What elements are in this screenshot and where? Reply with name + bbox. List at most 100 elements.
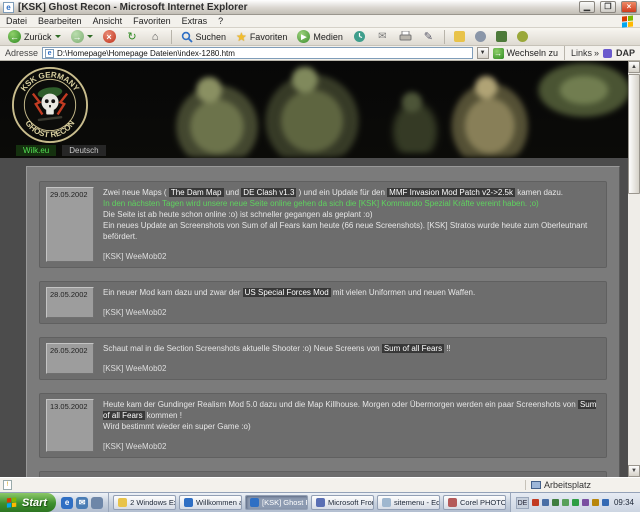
news-segment: kamen dazu. [515,188,563,197]
icq-tray-icon[interactable] [572,499,579,506]
zone-label: Arbeitsplatz [544,480,591,490]
history-button[interactable] [350,29,369,44]
links-chevron-icon[interactable]: » [594,48,599,58]
news-date: 29.05.2002 [46,187,94,262]
dap-label[interactable]: DAP [616,48,635,58]
close-button[interactable]: × [621,1,637,13]
minimize-button[interactable]: ▁ [579,1,595,13]
address-input[interactable]: e D:\Homepage\Homepage Dateien\index-128… [42,47,473,59]
stop-button[interactable]: × [100,29,119,44]
menu-item-datei[interactable]: Datei [6,16,27,26]
mail-button[interactable]: ✉ [373,29,392,44]
back-button[interactable]: ← Zurück [5,29,64,44]
scrollbar-thumb[interactable] [628,74,640,194]
news-link[interactable]: The Dam Map [169,188,224,197]
news-entry: 13.05.2002Heute kam der Gundinger Realis… [39,393,607,458]
favorites-label: Favoriten [250,32,288,42]
soldier-image-4 [444,75,532,157]
taskbar-button-label: 2 Windows Expl... [130,498,176,507]
news-segment: ) und ein Update für den [296,188,387,197]
menu-item-ansicht[interactable]: Ansicht [93,16,123,26]
taskbar-button-willkommen-auf-[interactable]: Willkommen auf ... [179,495,242,510]
back-label: Zurück [24,32,52,42]
search-button[interactable]: Suchen [178,30,230,44]
maximize-button[interactable]: ❐ [600,1,616,13]
volume-tray-icon[interactable] [542,499,549,506]
address-value: D:\Homepage\Homepage Dateien\index-1280.… [57,49,235,58]
frontpage-icon [316,498,325,507]
vertical-scrollbar[interactable]: ▲ ▼ [628,61,640,477]
taskbar-button-label: Willkommen auf ... [196,498,242,507]
language-indicator[interactable]: DE [516,497,529,509]
print-button[interactable] [396,30,415,43]
browser-viewport: KSK GERMANY GHOST RECON Wilk.euDeu [0,61,640,477]
news-link[interactable]: MMF Invasion Mod Patch v2->2.5k [387,188,515,197]
toolbar-separator [171,30,172,44]
start-flag-icon [7,497,17,507]
ie-throbber-flag-icon [622,15,634,27]
news-link[interactable]: DE Clash v1.3 [241,188,296,197]
news-entry: 29.05.2002Zwei neue Maps ( The Dam Map u… [39,181,607,268]
status-document-icon: ! [3,480,12,490]
graphics-tray-icon[interactable] [582,499,589,506]
forward-button[interactable]: → [68,29,96,44]
scroll-up-arrow[interactable]: ▲ [628,61,640,73]
soldier-image-2 [258,67,362,157]
media-button[interactable]: ▶ Medien [294,29,346,44]
media-icon: ▶ [297,30,310,43]
title-bar: e [KSK] Ghost Recon - Microsoft Internet… [0,0,640,15]
edit-button[interactable]: ✎ [419,29,438,44]
taskbar-button-sitemenu-editor[interactable]: sitemenu - Editor [377,495,440,510]
news-link[interactable]: US Special Forces Mod [243,288,331,297]
back-icon: ← [8,30,21,43]
scroll-down-arrow[interactable]: ▼ [628,465,640,477]
taskbar-button-label: sitemenu - Editor [394,498,440,507]
outlook-quicklaunch-icon[interactable]: ✉ [76,497,88,509]
scheduler-tray-icon[interactable] [592,499,599,506]
news-line: Heute kam der Gundinger Realism Mod 5.0 … [103,399,600,421]
links-toolbar[interactable]: Links » [571,48,599,58]
msn-tray-icon[interactable] [562,499,569,506]
messenger-button[interactable] [493,30,510,43]
start-label: Start [22,497,47,509]
taskbar-button--ksk-ghost-reco-[interactable]: [KSK] Ghost Reco... [245,495,308,510]
network-tray-icon[interactable] [552,499,559,506]
nav-tab-deutsch[interactable]: Deutsch [62,145,105,156]
taskbar: Start e✉ 2 Windows Expl...▼ Willkommen au… [0,492,640,512]
menu-item-bearbeiten[interactable]: Bearbeiten [38,16,82,26]
show-desktop-icon[interactable] [91,497,103,509]
ie-quicklaunch-icon[interactable]: e [61,497,73,509]
taskbar-button-microsoft-frontpa-[interactable]: Microsoft FrontPa... [311,495,374,510]
news-line: Wird bestimmt wieder ein super Game :o) [103,421,600,432]
address-dropdown-button[interactable]: ▼ [477,47,489,59]
update-tray-icon[interactable] [602,499,609,506]
soldier-image-3 [384,91,446,153]
back-dropdown-icon[interactable] [55,35,61,38]
news-segment: mit vielen Uniformen und neuen Waffen. [331,288,476,297]
home-button[interactable]: ⌂ [146,29,165,44]
news-segment: Die Seite ist ab heute schon online :o) … [103,210,373,219]
antivirus-tray-icon[interactable] [532,499,539,506]
icq-button[interactable] [514,30,531,43]
forward-dropdown-icon[interactable] [87,35,93,38]
folders-button[interactable] [451,30,468,43]
taskbar-button-label: Microsoft FrontPa... [328,498,374,507]
taskbar-button-2-windows-expl-[interactable]: 2 Windows Expl...▼ [113,495,176,510]
menu-item-favoriten[interactable]: Favoriten [133,16,171,26]
stop-icon: × [103,30,116,43]
discuss-button[interactable] [472,30,489,43]
news-signature: [KSK] WeeMob02 [103,307,600,318]
news-segment: und [224,188,242,197]
mail-icon: ✉ [376,30,389,43]
refresh-button[interactable]: ↻ [123,29,142,44]
news-link[interactable]: Sum of all Fears [382,344,444,353]
addressbar-separator [564,46,565,60]
menu-item-[interactable]: ? [218,16,223,26]
news-segment: In den nächsten Tagen wird unsere neue S… [103,199,539,208]
go-button[interactable]: → Wechseln zu [493,48,558,59]
start-button[interactable]: Start [0,493,56,512]
menu-item-extras[interactable]: Extras [182,16,208,26]
nav-tab-wilkeu[interactable]: Wilk.eu [16,145,56,156]
taskbar-button-corel-photo-pai-[interactable]: Corel PHOTO-PAI... [443,495,506,510]
favorites-button[interactable]: ★ Favoriten [233,29,290,45]
